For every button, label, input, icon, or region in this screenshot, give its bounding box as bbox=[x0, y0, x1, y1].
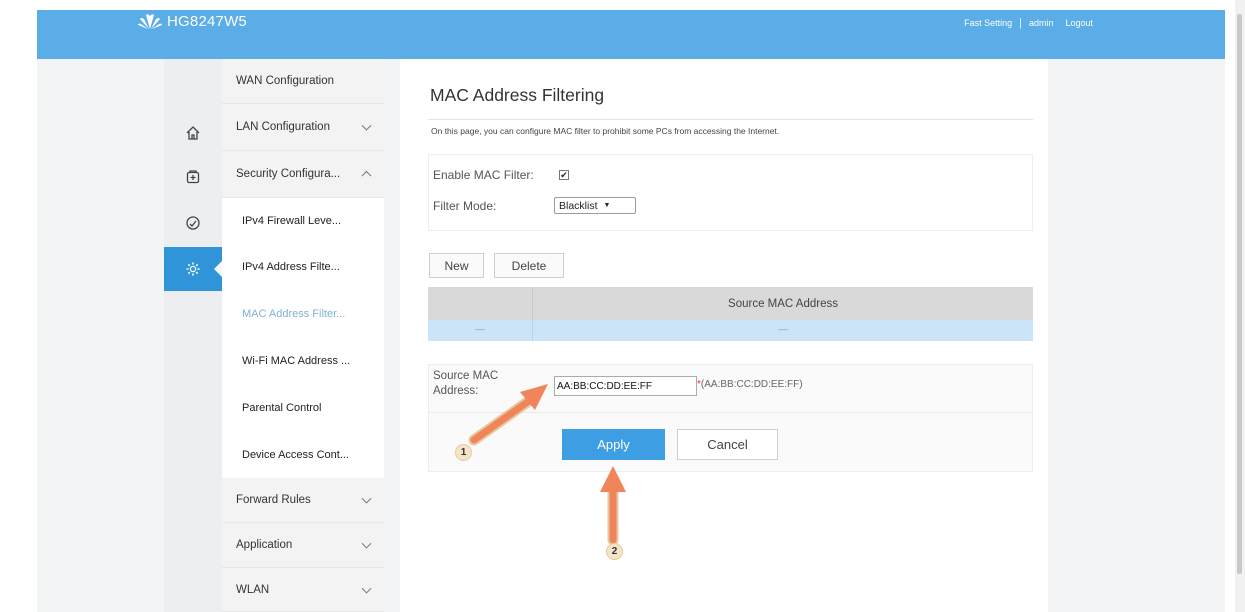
chevron-down-icon bbox=[361, 493, 372, 504]
submenu-item-device-access[interactable]: Device Access Cont... bbox=[222, 431, 384, 478]
chevron-down-icon bbox=[361, 583, 372, 594]
brand-logo[interactable]: HG8247W5 bbox=[137, 12, 247, 30]
filter-mode-label: Filter Mode: bbox=[433, 199, 497, 213]
filter-mode-select[interactable]: Blacklist ▼ bbox=[554, 197, 636, 214]
scrollbar-thumb[interactable] bbox=[1237, 14, 1242, 574]
filter-mode-value: Blacklist bbox=[559, 199, 598, 212]
dropdown-arrow-icon: ▼ bbox=[603, 202, 611, 209]
main-content: MAC Address Filtering On this page, you … bbox=[400, 59, 1048, 612]
source-mac-label-line1: Source MAC bbox=[433, 370, 499, 382]
menu-item-security[interactable]: Security Configura... bbox=[222, 151, 384, 198]
huawei-logo-icon bbox=[138, 14, 162, 29]
chevron-up-icon bbox=[361, 170, 372, 181]
submenu-item-label: IPv4 Firewall Leve... bbox=[242, 215, 342, 227]
source-mac-label: Source MAC Address: bbox=[433, 369, 498, 399]
submenu-item-label: Device Access Cont... bbox=[242, 448, 349, 461]
page-description: On this page, you can configure MAC filt… bbox=[431, 126, 780, 136]
menu-item-label: WAN Configuration bbox=[236, 75, 335, 87]
home-icon bbox=[186, 126, 200, 140]
source-mac-label-line2: Address: bbox=[433, 385, 479, 397]
menu-item-lan[interactable]: LAN Configuration bbox=[222, 104, 384, 151]
submenu-item-label: IPv4 Address Filte... bbox=[242, 261, 340, 273]
menu-item-label: Forward Rules bbox=[236, 494, 311, 506]
delete-button[interactable]: Delete bbox=[494, 253, 564, 278]
chevron-down-icon bbox=[361, 120, 372, 131]
filter-settings-panel: Enable MAC Filter: ✔ Filter Mode: Blackl… bbox=[428, 154, 1033, 231]
gauge-icon bbox=[186, 216, 200, 230]
logout-link[interactable]: Logout bbox=[1065, 18, 1093, 28]
rail-add[interactable] bbox=[164, 155, 222, 199]
submenu-item-ipv4-firewall[interactable]: IPv4 Firewall Leve... bbox=[222, 198, 384, 244]
rail-status[interactable] bbox=[164, 201, 222, 245]
router-admin-page: HG8247W5 Fast Setting | admin Logout WAN… bbox=[0, 0, 1245, 612]
header-separator: | bbox=[1019, 17, 1022, 29]
menu-item-forward-rules[interactable]: Forward Rules bbox=[222, 478, 384, 523]
user-link[interactable]: admin bbox=[1029, 18, 1054, 28]
table-cell: ---- bbox=[428, 320, 533, 341]
apply-button[interactable]: Apply bbox=[562, 429, 665, 460]
menu-item-application[interactable]: Application bbox=[222, 523, 384, 568]
menu-item-label: WLAN bbox=[236, 583, 270, 596]
icon-rail bbox=[164, 59, 222, 612]
table-row[interactable]: ---- ---- bbox=[428, 320, 1033, 341]
source-mac-input[interactable] bbox=[554, 376, 697, 396]
header-links: Fast Setting | admin Logout bbox=[964, 17, 1093, 29]
submenu-item-parental-control[interactable]: Parental Control bbox=[222, 384, 384, 431]
plus-box-icon bbox=[186, 170, 200, 184]
submenu-item-ipv4-address-filter[interactable]: IPv4 Address Filte... bbox=[222, 244, 384, 290]
settings-menu: WAN Configuration LAN Configuration Secu… bbox=[222, 59, 384, 612]
cancel-button[interactable]: Cancel bbox=[677, 429, 778, 460]
mac-entry-form: Source MAC Address: *(AA:BB:CC:DD:EE:FF)… bbox=[428, 364, 1033, 472]
mac-format-hint: *(AA:BB:CC:DD:EE:FF) bbox=[697, 379, 803, 390]
submenu-item-wifi-mac[interactable]: Wi-Fi MAC Address ... bbox=[222, 337, 384, 384]
rail-home[interactable] bbox=[164, 111, 222, 155]
table-cell: ---- bbox=[778, 327, 788, 334]
submenu-item-mac-filter[interactable]: MAC Address Filter... bbox=[222, 290, 384, 337]
new-button[interactable]: New bbox=[429, 253, 484, 278]
gear-icon bbox=[186, 262, 200, 276]
menu-item-wlan[interactable]: WLAN bbox=[222, 568, 384, 612]
rail-settings[interactable] bbox=[164, 247, 222, 291]
title-divider bbox=[428, 119, 1033, 120]
brand-name: HG8247W5 bbox=[167, 12, 247, 30]
mac-format-hint-text: (AA:BB:CC:DD:EE:FF) bbox=[700, 379, 803, 390]
enable-mac-filter-checkbox[interactable]: ✔ bbox=[559, 170, 569, 180]
menu-item-label: Security Configura... bbox=[236, 168, 341, 180]
menu-item-label: Application bbox=[236, 539, 293, 551]
menu-item-wan[interactable]: WAN Configuration bbox=[222, 59, 384, 104]
page-title: MAC Address Filtering bbox=[430, 85, 605, 105]
menu-item-label: LAN Configuration bbox=[236, 121, 330, 133]
mac-table-header: Source MAC Address bbox=[428, 287, 1033, 320]
submenu-item-label: MAC Address Filter... bbox=[242, 307, 346, 320]
table-select-column bbox=[428, 287, 533, 320]
chevron-down-icon bbox=[361, 538, 372, 549]
submenu-item-label: Parental Control bbox=[242, 401, 322, 414]
table-column-source-mac: Source MAC Address bbox=[728, 297, 838, 310]
submenu-item-label: Wi-Fi MAC Address ... bbox=[242, 354, 351, 367]
fast-setting-link[interactable]: Fast Setting bbox=[964, 18, 1012, 28]
step-1-badge: 1 bbox=[456, 445, 471, 460]
enable-mac-filter-label: Enable MAC Filter: bbox=[433, 168, 534, 182]
form-divider bbox=[429, 412, 1032, 413]
step-2-badge: 2 bbox=[607, 544, 622, 559]
